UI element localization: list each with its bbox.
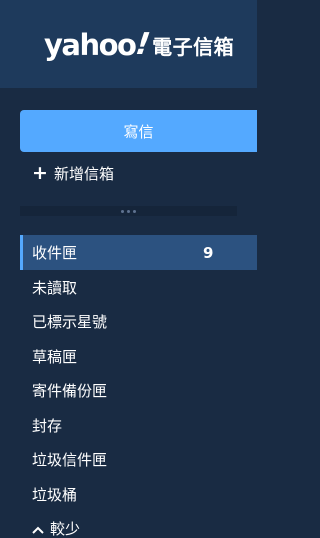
unread-count-badge: 9 bbox=[203, 243, 214, 262]
folder-starred[interactable]: 已標示星號 bbox=[20, 305, 257, 340]
header: yahoo! 電子信箱 bbox=[0, 0, 257, 88]
new-folder-button[interactable]: + 新增信箱 bbox=[32, 160, 114, 186]
folder-label: 未讀取 bbox=[32, 278, 78, 297]
folder-label: 草稿匣 bbox=[32, 347, 78, 366]
folder-inbox[interactable]: 收件匣 9 bbox=[20, 235, 257, 270]
folder-label: 已標示星號 bbox=[32, 313, 108, 332]
folder-list: 收件匣 9 未讀取 已標示星號 草稿匣 寄件備份匣 封存 垃圾信件匣 垃圾桶 較… bbox=[20, 235, 257, 538]
folder-archive[interactable]: 封存 bbox=[20, 408, 257, 443]
mail-sidebar: yahoo! 電子信箱 寫信 + 新增信箱 收件匣 9 未讀取 已標示星號 草稿匣… bbox=[0, 0, 257, 538]
resize-handle[interactable] bbox=[20, 206, 237, 216]
folder-label: 收件匣 bbox=[32, 244, 78, 262]
folder-label: 寄件備份匣 bbox=[32, 382, 108, 401]
drag-dots-icon bbox=[121, 209, 136, 213]
folder-sent[interactable]: 寄件備份匣 bbox=[20, 374, 257, 409]
compose-button[interactable]: 寫信 bbox=[20, 110, 257, 152]
chevron-up-icon bbox=[32, 520, 46, 538]
logo-exclamation: ! bbox=[134, 27, 153, 62]
logo-wordmark: yahoo bbox=[44, 28, 137, 62]
yahoo-mail-logo[interactable]: yahoo! 電子信箱 bbox=[44, 22, 234, 62]
folder-label: 封存 bbox=[32, 416, 63, 435]
show-less-label: 較少 bbox=[50, 520, 81, 538]
folder-spam[interactable]: 垃圾信件匣 bbox=[20, 443, 257, 478]
plus-icon: + bbox=[32, 162, 48, 184]
folder-label: 垃圾桶 bbox=[32, 485, 78, 504]
folder-drafts[interactable]: 草稿匣 bbox=[20, 339, 257, 374]
new-folder-label: 新增信箱 bbox=[54, 164, 115, 183]
logo-product-name: 電子信箱 bbox=[152, 35, 235, 59]
show-less-toggle[interactable]: 較少 bbox=[20, 512, 257, 538]
folder-unread[interactable]: 未讀取 bbox=[20, 270, 257, 305]
compose-label: 寫信 bbox=[123, 122, 154, 141]
folder-trash[interactable]: 垃圾桶 bbox=[20, 477, 257, 512]
folder-label: 垃圾信件匣 bbox=[32, 451, 108, 470]
